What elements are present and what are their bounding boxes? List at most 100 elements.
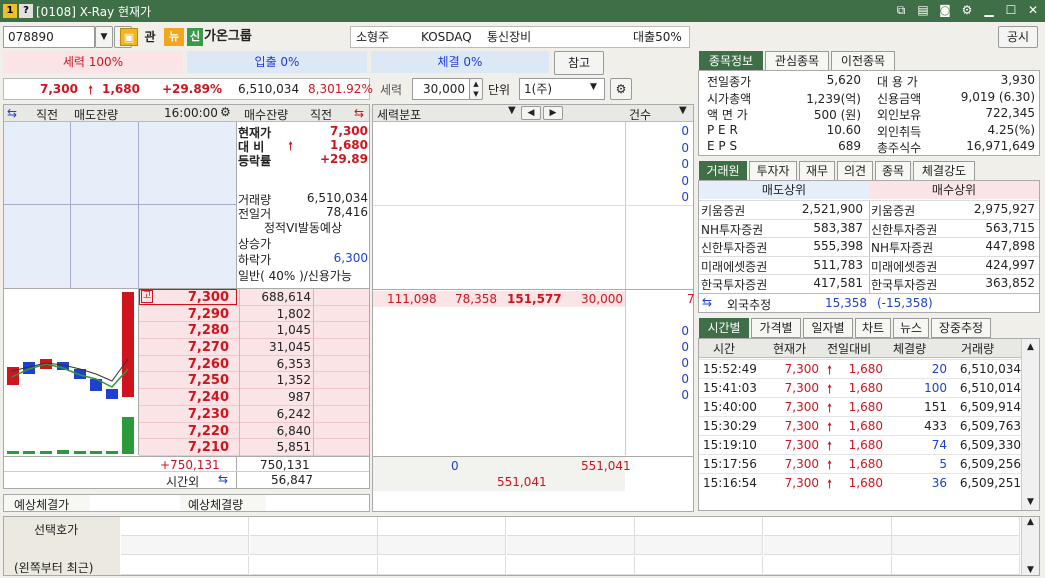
- bid-row[interactable]: 고 7,300 688,614: [139, 289, 369, 306]
- unit-label: 단위: [488, 83, 511, 97]
- tab-time_tabs-5[interactable]: 장중추정: [931, 318, 991, 338]
- selected-quote-cell: [892, 517, 1020, 536]
- bid-row[interactable]: 7,280 1,045: [139, 322, 369, 340]
- tick-row[interactable]: 15:19:10 7,300 🠕 1,680 74 6,509,330: [699, 435, 1021, 454]
- notice-button[interactable]: 공시: [998, 26, 1038, 48]
- scroll-up-icon[interactable]: ▲: [1022, 517, 1039, 527]
- scroll-up-icon[interactable]: ▲: [1022, 339, 1039, 355]
- dist-zero: 0: [681, 140, 689, 155]
- orderbook-header: ⇆ 직전 매도잔량 16:00:00 ⚙ 매수잔량 직전 ⇆: [4, 105, 369, 122]
- tick-row[interactable]: 15:17:56 7,300 🠕 1,680 5 6,509,256: [699, 454, 1021, 473]
- scroll-down-icon[interactable]: ▼: [1022, 494, 1039, 510]
- dist-prev-icon[interactable]: ◀: [521, 106, 541, 120]
- tick-time: 15:30:29: [703, 419, 757, 433]
- tick-row[interactable]: 15:16:54 7,300 🠕 1,680 36 6,509,251: [699, 473, 1021, 492]
- dist-next-icon[interactable]: ▶: [543, 106, 563, 120]
- limit-row: 상승가: [238, 235, 368, 251]
- tab-info_tabs-1[interactable]: 관심종목: [765, 51, 829, 71]
- tick-row[interactable]: 15:30:29 7,300 🠕 1,680 433 6,509,763: [699, 416, 1021, 435]
- dist-zero: 0: [681, 324, 689, 338]
- foreign-swap-icon[interactable]: ⇆: [702, 295, 712, 309]
- link-icon[interactable]: ⧉: [893, 2, 909, 18]
- dist-value: 111,098: [387, 292, 437, 306]
- bid-row[interactable]: 7,260 6,353: [139, 355, 369, 373]
- tab-broker_tabs-1[interactable]: 투자자: [749, 161, 797, 181]
- help-icon[interactable]: ?: [19, 4, 33, 18]
- memo-icon[interactable]: ▤: [915, 2, 931, 18]
- tab-broker_tabs-4[interactable]: 종목: [875, 161, 911, 181]
- folder-icon[interactable]: ▣: [120, 28, 138, 46]
- foreign-sell: 15,358: [825, 296, 867, 310]
- count-dropdown-icon[interactable]: ▼: [679, 105, 687, 116]
- tick-row[interactable]: 15:40:00 7,300 🠕 1,680 151 6,509,914: [699, 397, 1021, 416]
- bid-price: 7,240: [187, 390, 229, 406]
- tab-broker_tabs-0[interactable]: 거래원: [699, 161, 747, 181]
- swap-right-icon[interactable]: ⇆: [354, 106, 364, 120]
- bid-row[interactable]: 7,240 987: [139, 389, 369, 407]
- sell-broker: 키움증권: [701, 204, 746, 218]
- filter-stepper[interactable]: ▲ ▼: [469, 78, 483, 100]
- bid-row[interactable]: 7,250 1,352: [139, 372, 369, 390]
- header-settings-icon[interactable]: ⚙: [220, 105, 231, 119]
- tab-time_tabs-1[interactable]: 가격별: [751, 318, 801, 338]
- tab-time_tabs-3[interactable]: 차트: [855, 318, 891, 338]
- filter-value-input[interactable]: 30,000: [412, 78, 470, 100]
- unit-dropdown-icon[interactable]: ▼: [590, 82, 597, 92]
- tick-row[interactable]: 15:52:49 7,300 🠕 1,680 20 6,510,034: [699, 359, 1021, 378]
- tick-time: 15:19:10: [703, 438, 757, 452]
- foreign-label: 외국추정: [727, 298, 772, 312]
- bid-row[interactable]: 7,220 6,840: [139, 422, 369, 440]
- code-dropdown-icon[interactable]: ▼: [95, 26, 113, 48]
- tab-time_tabs-0[interactable]: 시간별: [699, 318, 749, 338]
- minimize-icon[interactable]: ▁: [981, 2, 997, 18]
- camera-icon[interactable]: ◙: [937, 2, 953, 18]
- bid-row[interactable]: 7,270 31,045: [139, 339, 369, 357]
- tab-broker_tabs-2[interactable]: 재무: [799, 161, 835, 181]
- tick-scrollbar[interactable]: ▲ ▼: [1021, 339, 1039, 510]
- bid-price: 7,260: [187, 356, 229, 372]
- selected-quote-cell: [121, 555, 249, 575]
- distribution-title: 세력분포: [377, 108, 422, 122]
- dist-dropdown-icon[interactable]: ▼: [508, 105, 516, 116]
- after-hours-swap-icon[interactable]: ⇆: [218, 472, 228, 486]
- tick-qty: 74: [931, 438, 947, 452]
- broker-row[interactable]: 신한투자증권 555,398 NH투자증권 447,898: [699, 237, 1039, 257]
- settings-icon[interactable]: ⚙: [959, 2, 975, 18]
- tab-broker_tabs-3[interactable]: 의견: [837, 161, 873, 181]
- bid-qty: 688,614: [261, 290, 311, 304]
- selected-quote-cell: [635, 517, 763, 536]
- sell-volume: 417,581: [813, 276, 863, 291]
- tab-time_tabs-2[interactable]: 일자별: [803, 318, 853, 338]
- info-key: 시가총액: [707, 91, 752, 106]
- broker-row[interactable]: 키움증권 2,521,900 키움증권 2,975,927: [699, 200, 1039, 219]
- tick-price: 7,300: [784, 381, 819, 395]
- broker-row[interactable]: 미래에셋증권 511,783 미래에셋증권 424,997: [699, 255, 1039, 275]
- tick-row[interactable]: 15:41:03 7,300 🠕 1,680 100 6,510,014: [699, 378, 1021, 397]
- tick-volume: 6,509,763: [959, 419, 1021, 433]
- maximize-icon[interactable]: ☐: [1003, 2, 1019, 18]
- tab-info_tabs-2[interactable]: 이전종목: [831, 51, 895, 71]
- tab-broker_tabs-5[interactable]: 체결강도: [913, 161, 975, 181]
- filter-settings-icon[interactable]: ⚙: [610, 78, 632, 100]
- selected-quote-cell: [121, 536, 249, 556]
- broker-row[interactable]: NH투자증권 583,387 신한투자증권 563,715: [699, 218, 1039, 238]
- stock-code-input[interactable]: 078890: [3, 26, 95, 48]
- bottom-scrollbar[interactable]: ▲ ▼: [1021, 517, 1039, 575]
- tab-info_tabs-0[interactable]: 종목정보: [699, 51, 763, 71]
- swap-icon[interactable]: ⇆: [7, 106, 17, 120]
- tab-time_tabs-4[interactable]: 뉴스: [893, 318, 929, 338]
- price-line: 7,300 🠕 1,680 +29.89% 6,510,034 8,301.92…: [3, 78, 373, 100]
- broker-row[interactable]: 한국투자증권 417,581 한국투자증권 363,852: [699, 274, 1039, 294]
- stock-info: 전일종가 5,620 대 용 가 3,930 시가총액 1,239(억) 신용금액 9,019…: [698, 70, 1040, 156]
- bid-row[interactable]: 7,290 1,802: [139, 305, 369, 323]
- bid-row[interactable]: 7,210 5,851: [139, 439, 369, 457]
- header-prev-bid: 직전: [310, 108, 333, 122]
- scroll-down-icon[interactable]: ▼: [1022, 565, 1039, 575]
- bid-row[interactable]: 7,230 6,242: [139, 405, 369, 423]
- info-value: 16,971,649: [966, 139, 1035, 153]
- ref-button[interactable]: 참고: [554, 51, 604, 75]
- dist-count: 7: [687, 292, 695, 306]
- close-icon[interactable]: ✕: [1025, 2, 1041, 18]
- info-key: 신용금액: [877, 91, 922, 106]
- selected-quote-cell: [506, 555, 635, 575]
